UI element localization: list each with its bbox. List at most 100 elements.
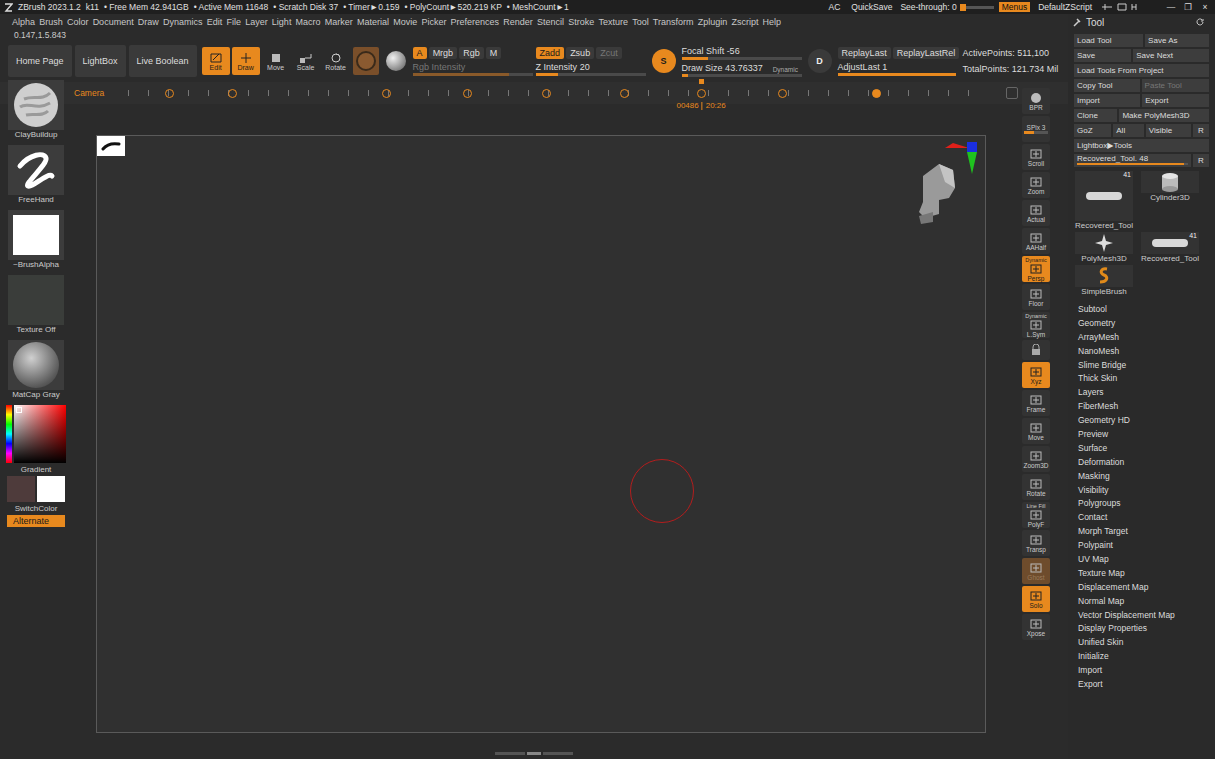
tool-section[interactable]: Unified Skin	[1078, 637, 1209, 647]
tool-section[interactable]: Polypaint	[1078, 540, 1209, 550]
tool-thumbnail[interactable]: 41 Recovered_Tool	[1074, 171, 1134, 230]
rgb-toggle[interactable]: Mrgb	[429, 47, 458, 59]
keyframe[interactable]	[382, 89, 391, 98]
tool-button[interactable]: Export	[1142, 94, 1209, 107]
tool-section[interactable]: Displacement Map	[1078, 582, 1209, 592]
gradient-label[interactable]: Gradient	[21, 465, 52, 474]
see-through-slider[interactable]: See-through: 0	[900, 2, 993, 12]
default-zscript[interactable]: DefaultZScript	[1035, 2, 1095, 12]
menu-item[interactable]: Transform	[653, 17, 694, 27]
timeline-track[interactable]: 0048620:26	[128, 87, 982, 99]
mode-button[interactable]: Rotate	[322, 47, 350, 75]
menu-item[interactable]: Picker	[421, 17, 446, 27]
tool-section[interactable]: Normal Map	[1078, 596, 1209, 606]
tool-thumbnail[interactable]: SimpleBrush	[1074, 265, 1134, 296]
timeline-cursor[interactable]	[699, 79, 704, 84]
keyframe[interactable]	[872, 89, 881, 98]
focal-shift-slider[interactable]: Focal Shift -56	[682, 46, 802, 60]
tool-slider[interactable]: Recovered_Tool. 48	[1074, 154, 1191, 167]
tool-palette-header[interactable]: Tool	[1068, 14, 1209, 30]
tool-slider-reset[interactable]: R	[1193, 154, 1209, 167]
menu-item[interactable]: Edit	[207, 17, 223, 27]
view-button[interactable]: Rotate	[1022, 474, 1050, 500]
timeline-end-button[interactable]	[1006, 87, 1018, 99]
menu-item[interactable]: Zscript	[731, 17, 758, 27]
menu-item[interactable]: Help	[763, 17, 782, 27]
menu-item[interactable]: Color	[67, 17, 89, 27]
tool-button[interactable]: Save Next	[1133, 49, 1209, 62]
tool-button[interactable]: Clone	[1074, 109, 1117, 122]
mode-button[interactable]: Move	[262, 47, 290, 75]
tool-section[interactable]: Preview	[1078, 429, 1209, 439]
menu-item[interactable]: Stencil	[537, 17, 564, 27]
view-button[interactable]: Move	[1022, 418, 1050, 444]
menu-item[interactable]: Texture	[598, 17, 628, 27]
window-control[interactable]: —	[1165, 2, 1177, 12]
tool-button[interactable]: All	[1113, 124, 1144, 137]
tool-button[interactable]: Load Tools From Project	[1074, 64, 1209, 77]
tool-section[interactable]: Contact	[1078, 512, 1209, 522]
view-button[interactable]: Zoom3D	[1022, 446, 1050, 472]
tool-section[interactable]: UV Map	[1078, 554, 1209, 564]
window-control[interactable]: ❐	[1182, 2, 1194, 12]
keyframe[interactable]	[228, 89, 237, 98]
menu-item[interactable]: Stroke	[568, 17, 594, 27]
tool-section[interactable]: Thick Skin	[1078, 373, 1209, 383]
view-button[interactable]: Floor	[1022, 284, 1050, 310]
tool-section[interactable]: Slime Bridge	[1078, 360, 1209, 370]
nav-button[interactable]: Home Page	[8, 45, 72, 77]
tool-section[interactable]: Import	[1078, 665, 1209, 675]
menu-item[interactable]: File	[226, 17, 241, 27]
tool-thumbnail[interactable]: 41 Recovered_Tool	[1140, 232, 1200, 263]
view-button[interactable]: Solo	[1022, 586, 1050, 612]
menu-item[interactable]: Material	[357, 17, 389, 27]
tool-button[interactable]: Import	[1074, 94, 1140, 107]
title-button[interactable]: QuickSave	[848, 2, 895, 12]
menu-item[interactable]: Tool	[632, 17, 649, 27]
tool-section[interactable]: Geometry HD	[1078, 415, 1209, 425]
adjust-last-slider[interactable]: AdjustLast 1	[838, 62, 956, 76]
tool-section[interactable]: Initialize	[1078, 651, 1209, 661]
view-button[interactable]: Actual	[1022, 200, 1050, 226]
z-mode-toggle[interactable]: Zcut	[596, 47, 622, 59]
reset-icon[interactable]	[1196, 18, 1205, 27]
view-button[interactable]: AAHalf	[1022, 228, 1050, 254]
tool-section[interactable]: Subtool	[1078, 304, 1209, 314]
menu-item[interactable]: Draw	[138, 17, 159, 27]
document-canvas[interactable]	[96, 135, 986, 733]
nav-button[interactable]: LightBox	[75, 45, 126, 77]
replay-button[interactable]: ReplayLast	[838, 47, 891, 59]
view-button[interactable]: Line Fill PolyF	[1022, 502, 1050, 528]
keyframe[interactable]	[778, 89, 787, 98]
view-button[interactable]: Dynamic L.Sym	[1022, 312, 1050, 338]
tray-item[interactable]: ClayBuildup	[8, 80, 64, 143]
view-button[interactable]: Transp	[1022, 530, 1050, 556]
menu-item[interactable]: Layer	[245, 17, 268, 27]
tool-section[interactable]: FiberMesh	[1078, 401, 1209, 411]
nav-button[interactable]: Live Boolean	[129, 45, 197, 77]
draw-size-slider[interactable]: Draw Size 43.76337Dynamic	[682, 63, 802, 77]
menu-item[interactable]: Dynamics	[163, 17, 203, 27]
window-control[interactable]: ×	[1199, 2, 1211, 12]
tool-button[interactable]: Lightbox▶Tools	[1074, 139, 1209, 152]
view-button[interactable]: Frame	[1022, 390, 1050, 416]
mode-button[interactable]: Edit	[202, 47, 230, 75]
tool-section[interactable]: Deformation	[1078, 457, 1209, 467]
bottom-tray-handle[interactable]	[0, 747, 1068, 759]
alternate-toggle[interactable]: Alternate	[7, 515, 65, 527]
tool-button[interactable]: GoZ	[1074, 124, 1111, 137]
tool-button[interactable]: Visible	[1146, 124, 1191, 137]
color-picker[interactable]	[6, 405, 66, 463]
rgb-toggle[interactable]: M	[486, 47, 502, 59]
keyframe[interactable]	[697, 89, 706, 98]
view-button[interactable]: Dynamic Persp	[1022, 256, 1050, 282]
layout-icon[interactable]	[1100, 2, 1160, 12]
menus-toggle[interactable]: Menus	[999, 2, 1031, 12]
tool-button[interactable]: Copy Tool	[1074, 79, 1140, 92]
tool-section[interactable]: Visibility	[1078, 485, 1209, 495]
view-button[interactable]: Xyz	[1022, 362, 1050, 388]
tool-button[interactable]: Make PolyMesh3D	[1119, 109, 1209, 122]
replay-button[interactable]: ReplayLastRel	[893, 47, 960, 59]
tray-item[interactable]: FreeHand	[8, 145, 64, 208]
view-button[interactable]: Ghost	[1022, 558, 1050, 584]
